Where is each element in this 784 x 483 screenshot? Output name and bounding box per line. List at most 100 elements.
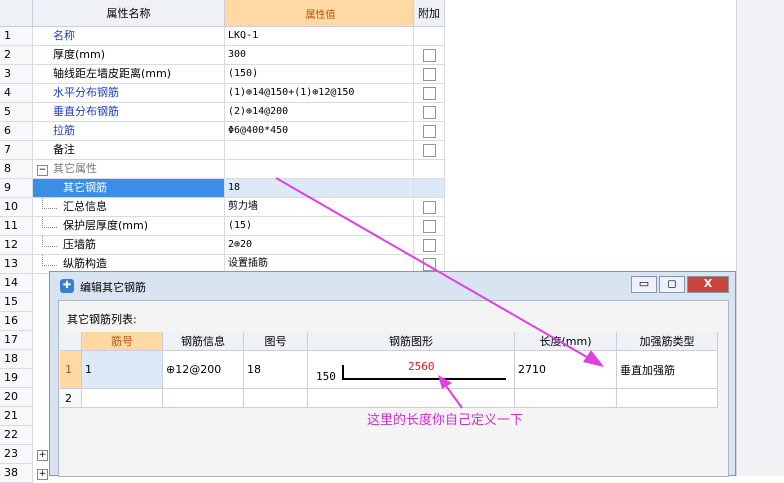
figure-no-cell[interactable] <box>244 389 308 408</box>
property-name: 水平分布钢筋 <box>33 84 225 103</box>
grid-row[interactable]: 10 汇总信息 剪力墙 <box>0 198 445 217</box>
property-value[interactable]: (150) <box>225 65 414 84</box>
length-cell[interactable] <box>515 389 617 408</box>
shape-main-length[interactable]: 2560 <box>408 360 435 373</box>
row-number: 16 <box>0 312 33 331</box>
extra-cell <box>414 27 445 46</box>
bar-info-cell[interactable] <box>163 389 244 408</box>
property-value[interactable] <box>225 141 414 160</box>
extra-checkbox[interactable] <box>422 125 436 138</box>
length-header[interactable]: 长度(mm) <box>515 332 617 351</box>
close-button[interactable]: X <box>687 276 729 293</box>
extra-checkbox[interactable] <box>422 87 436 100</box>
extra-checkbox[interactable] <box>422 106 436 119</box>
grid-row[interactable]: 4 水平分布钢筋 (1)⊕14@150+(1)⊕12@150 <box>0 84 445 103</box>
minimize-button[interactable]: ▭ <box>631 276 657 293</box>
extra-checkbox[interactable] <box>422 144 436 157</box>
property-value[interactable]: 剪力墙 <box>225 198 414 217</box>
bar-shape-cell[interactable] <box>308 389 515 408</box>
bar-shape-drawing: 150 2560 <box>308 351 514 388</box>
dialog-title: 编辑其它钢筋 <box>80 281 146 294</box>
figure-no-header[interactable]: 图号 <box>244 332 308 351</box>
extra-checkbox[interactable] <box>422 258 436 271</box>
row-number: 3 <box>0 65 33 84</box>
grid-row[interactable]: 8 其它属性 − <box>0 160 445 179</box>
extra-header[interactable]: 附加 <box>414 0 445 27</box>
rebar-list-caption: 其它钢筋列表: <box>67 313 137 326</box>
figure-no-cell[interactable]: 18 <box>244 351 308 389</box>
row-number: 15 <box>0 293 33 312</box>
collapse-minus-icon[interactable]: − <box>37 165 48 176</box>
extra-cell <box>414 141 445 160</box>
expand-plus-icon[interactable]: + <box>37 450 48 461</box>
reinforcement-type-cell[interactable] <box>617 389 718 408</box>
property-name-header[interactable]: 属性名称 <box>33 0 225 27</box>
row-number: 11 <box>0 217 33 236</box>
property-name-text: 备注 <box>53 143 75 156</box>
property-value[interactable]: (2)⊕14@200 <box>225 103 414 122</box>
row-number: 1 <box>60 351 82 389</box>
extra-checkbox[interactable] <box>422 220 436 233</box>
length-cell[interactable]: 2710 <box>515 351 617 389</box>
bar-info-header[interactable]: 钢筋信息 <box>163 332 244 351</box>
extra-cell <box>414 122 445 141</box>
property-name-text: 保护层厚度(mm) <box>63 219 149 232</box>
grid-row[interactable]: 6 拉筋 Φ6@400*450 <box>0 122 445 141</box>
bar-shape-cell[interactable]: 150 2560 <box>308 351 515 389</box>
extra-cell <box>414 160 445 179</box>
property-value[interactable]: (1)⊕14@150+(1)⊕12@150 <box>225 84 414 103</box>
property-name-text: 轴线距左墙皮距离(mm) <box>53 67 172 80</box>
extra-checkbox[interactable] <box>422 239 436 252</box>
property-value[interactable]: (15) <box>225 217 414 236</box>
grid-row[interactable]: 5 垂直分布钢筋 (2)⊕14@200 <box>0 103 445 122</box>
extra-cell <box>414 198 445 217</box>
property-value[interactable]: 300 <box>225 46 414 65</box>
grid-row[interactable]: 12 压墙筋 2⊕20 <box>0 236 445 255</box>
property-name-text: 拉筋 <box>53 124 75 137</box>
row-number: 4 <box>0 84 33 103</box>
property-name: 汇总信息 <box>33 198 225 217</box>
row-number: 1 <box>0 27 33 46</box>
grid-row[interactable]: 2 厚度(mm) 300 <box>0 46 445 65</box>
grid-row[interactable]: 3 轴线距左墙皮距离(mm) (150) <box>0 65 445 84</box>
property-name-text: 纵筋构造 <box>63 257 107 270</box>
reinforcement-type-header[interactable]: 加强筋类型 <box>617 332 718 351</box>
property-value[interactable]: 18 <box>225 179 414 198</box>
property-value[interactable]: LKQ-1 <box>225 27 414 46</box>
extra-cell <box>414 84 445 103</box>
expand-plus-icon[interactable]: + <box>37 469 48 480</box>
bar-no-cell[interactable] <box>82 389 163 408</box>
property-value[interactable]: 2⊕20 <box>225 236 414 255</box>
tree-connector <box>42 198 57 209</box>
extra-cell <box>414 103 445 122</box>
property-name-text: 垂直分布钢筋 <box>53 105 119 118</box>
grid-row[interactable]: 1 名称 LKQ-1 <box>0 27 445 46</box>
property-value-header[interactable]: 属性值 <box>225 0 414 27</box>
property-name-text: 其它钢筋 <box>63 181 107 194</box>
property-value[interactable]: Φ6@400*450 <box>225 122 414 141</box>
dialog-titlebar[interactable]: ✚ 编辑其它钢筋 ▭ ◻ X <box>50 272 735 300</box>
row-number: 5 <box>0 103 33 122</box>
app-icon: ✚ <box>60 279 74 293</box>
bar-no-cell[interactable]: 1 <box>82 351 163 389</box>
bar-shape-header[interactable]: 钢筋图形 <box>308 332 515 351</box>
grid-row[interactable]: 9 其它钢筋 18 <box>0 179 445 198</box>
annotation-note: 这里的长度你自己定义一下 <box>367 413 524 428</box>
row-number-header[interactable] <box>60 332 82 351</box>
row-number: 38 <box>0 464 33 483</box>
row-number: 9 <box>0 179 33 198</box>
property-name-text: 压墙筋 <box>63 238 96 251</box>
grid-row[interactable]: 11 保护层厚度(mm) (15) <box>0 217 445 236</box>
extra-checkbox[interactable] <box>422 201 436 214</box>
property-name: 名称 <box>33 27 225 46</box>
property-value[interactable] <box>225 160 414 179</box>
bar-no-header[interactable]: 筋号 <box>82 332 163 351</box>
bar-info-cell[interactable]: ⊕12@200 <box>163 351 244 389</box>
extra-checkbox[interactable] <box>422 68 436 81</box>
grid-row[interactable]: 7 备注 <box>0 141 445 160</box>
property-name: 压墙筋 <box>33 236 225 255</box>
reinforcement-type-cell[interactable]: 垂直加强筋 <box>617 351 718 389</box>
maximize-button[interactable]: ◻ <box>659 276 685 293</box>
right-panel <box>736 0 784 476</box>
extra-checkbox[interactable] <box>422 49 436 62</box>
